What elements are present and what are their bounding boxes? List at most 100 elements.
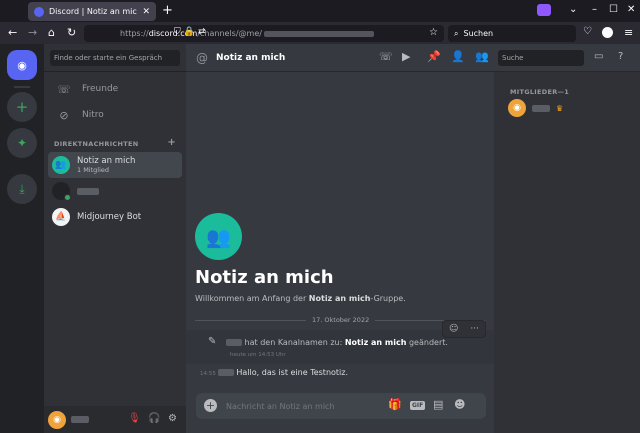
redacted-member-name — [532, 104, 550, 112]
dm-item-redacted[interactable] — [48, 178, 182, 204]
nitro-icon: ⊘ — [59, 108, 69, 122]
settings-gear-icon[interactable]: ⚙ — [168, 413, 177, 424]
welcome-text: Willkommen am Anfang der Notiz an mich-G… — [195, 294, 406, 303]
gift-icon[interactable]: 🎁 — [388, 398, 402, 411]
welcome-post: -Gruppe. — [370, 294, 406, 303]
minimize-icon[interactable]: – — [592, 4, 597, 15]
server-rail: ◉ + ✦ ⤓ — [0, 44, 44, 433]
dm-header-label: DIREKTNACHRICHTEN — [54, 140, 139, 148]
message-input[interactable] — [226, 398, 386, 414]
forward-icon[interactable]: → — [28, 26, 37, 39]
download-icon[interactable]: ⤓ — [7, 174, 37, 204]
url-scheme: https:// — [120, 29, 149, 38]
mute-mic-icon[interactable]: 🎙 — [128, 413, 141, 424]
system-message-text: hat den Kanalnamen zu: Notiz an mich geä… — [226, 338, 448, 347]
bot-avatar: ⛵ — [52, 208, 70, 226]
add-friends-to-dm-icon[interactable]: 👤 — [451, 50, 465, 63]
add-reaction-icon[interactable]: ☺ — [449, 324, 458, 334]
tab-title: Discord | Notiz an mich — [49, 7, 138, 16]
dm-subtitle: 1 Mitglied — [77, 165, 110, 174]
reload-icon[interactable]: ↻ — [67, 26, 76, 39]
create-dm-icon[interactable]: + — [167, 137, 176, 148]
upload-plus-icon[interactable]: + — [204, 399, 217, 412]
more-options-icon[interactable]: ··· — [470, 324, 479, 334]
gif-icon[interactable]: GIF — [410, 401, 426, 410]
user-avatar — [52, 182, 71, 201]
back-icon[interactable]: ← — [8, 26, 17, 39]
list-tabs-icon[interactable]: ⌄ — [569, 4, 577, 15]
close-tab-icon[interactable]: ✕ — [142, 7, 150, 17]
sticker-icon[interactable]: ▤ — [433, 398, 443, 411]
redacted-username — [71, 416, 89, 423]
screen: Discord | Notiz an mich ✕ + ⌄ – ☐ ✕ ← → … — [0, 0, 640, 433]
dm-name: Midjourney Bot — [77, 211, 142, 222]
account-icon[interactable] — [602, 27, 613, 38]
owner-crown-icon: ♛ — [556, 103, 564, 113]
maximize-icon[interactable]: ☐ — [609, 4, 618, 15]
system-post: geändert. — [408, 338, 448, 347]
new-tab-icon[interactable]: + — [162, 3, 173, 18]
message-actions: ☺ ··· — [442, 320, 486, 338]
chat-message: 14:55 Hallo, das ist eine Testnotiz. — [200, 368, 348, 377]
welcome-bold: Notiz an mich — [308, 294, 371, 303]
welcome-pre: Willkommen am Anfang der — [195, 294, 309, 303]
system-bold: Notiz an mich — [344, 338, 407, 347]
member-item[interactable]: ◉ ♛ — [508, 99, 563, 117]
dm-name: Notiz an mich — [77, 155, 136, 166]
message-composer: + 🎁 GIF ▤ ☻ — [196, 393, 486, 419]
headphones-icon[interactable]: 🎧 — [148, 413, 160, 424]
browser-search-field[interactable]: ⌕ Suchen — [448, 25, 576, 42]
channel-search-input[interactable]: Suche — [498, 50, 584, 66]
dm-sidebar: Finde oder starte ein Gespräch ☏ Freunde… — [44, 44, 186, 433]
browser-navbar: ← → ⌂ ↻ ⛉🔒⇄ https://discord.com/channels… — [0, 22, 640, 44]
url-bar[interactable]: ⛉🔒⇄ https://discord.com/channels/@me/ ☆ — [84, 25, 444, 42]
own-avatar[interactable]: ◉ — [48, 410, 66, 429]
redacted-author — [217, 369, 234, 376]
dm-search-input[interactable]: Finde oder starte ein Gespräch — [50, 50, 180, 66]
home-icon[interactable]: ⌂ — [48, 26, 55, 39]
members-header: MITGLIEDER—1 — [510, 88, 570, 96]
bookmark-star-icon[interactable]: ☆ — [429, 27, 438, 38]
member-topbar: Suche ▭ ? — [494, 44, 640, 72]
server-separator — [14, 86, 30, 88]
redacted-user — [226, 339, 242, 346]
message-text: Hallo, das ist eine Testnotiz. — [236, 368, 349, 377]
nav-friends-label: Freunde — [82, 84, 119, 94]
online-status-icon — [64, 194, 71, 201]
group-avatar-icon: 👥 — [52, 156, 70, 174]
pocket-icon[interactable]: ♡ — [583, 26, 592, 37]
start-voice-call-icon[interactable]: ☏ — [379, 50, 393, 63]
help-icon[interactable]: ? — [618, 51, 623, 62]
dm-item-notiz[interactable]: 👥 Notiz an mich 1 Mitglied — [48, 152, 182, 178]
system-message-time: heute um 14:53 Uhr — [230, 352, 286, 358]
redacted-name — [77, 187, 99, 195]
system-text: hat den Kanalnamen zu: — [244, 338, 343, 347]
nav-nitro[interactable]: ⊘ Nitro — [50, 104, 180, 126]
member-list-icon[interactable]: 👥 — [475, 50, 489, 63]
dm-search-area: Finde oder starte ein Gespräch — [44, 44, 186, 72]
discord-home-icon[interactable]: ◉ — [7, 50, 37, 80]
menu-icon[interactable]: ≡ — [624, 26, 633, 39]
channel-hero-title: Notiz an mich — [195, 267, 334, 288]
member-list: Suche ▭ ? MITGLIEDER—1 ◉ ♛ — [494, 44, 640, 433]
friends-icon: ☏ — [57, 82, 71, 96]
start-video-call-icon[interactable]: ▶ — [402, 50, 410, 63]
channel-title: Notiz an mich — [216, 52, 286, 63]
explore-compass-icon[interactable]: ✦ — [7, 128, 37, 158]
inbox-icon[interactable]: ▭ — [594, 51, 603, 62]
emoji-icon[interactable]: ☻ — [454, 398, 465, 411]
pinned-messages-icon[interactable]: 📌 — [427, 50, 441, 63]
site-info-icons[interactable]: ⛉🔒⇄ — [174, 27, 209, 37]
date-divider-label: 17. Oktober 2022 — [306, 316, 376, 324]
user-panel: ◉ 🎙 🎧 ⚙ — [44, 406, 186, 433]
pencil-icon: ✎ — [208, 336, 217, 347]
browser-tabbar: Discord | Notiz an mich ✕ + ⌄ – ☐ ✕ — [0, 0, 640, 22]
window-close-icon[interactable]: ✕ — [627, 4, 635, 15]
browser-tab[interactable]: Discord | Notiz an mich ✕ — [28, 2, 156, 21]
channel-header: @ Notiz an mich — [186, 44, 494, 72]
dm-item-midjourney[interactable]: ⛵ Midjourney Bot — [48, 204, 182, 230]
nav-nitro-label: Nitro — [82, 110, 104, 120]
nav-friends[interactable]: ☏ Freunde — [50, 78, 180, 100]
add-server-icon[interactable]: + — [7, 92, 37, 122]
message-time: 14:55 — [200, 371, 216, 377]
